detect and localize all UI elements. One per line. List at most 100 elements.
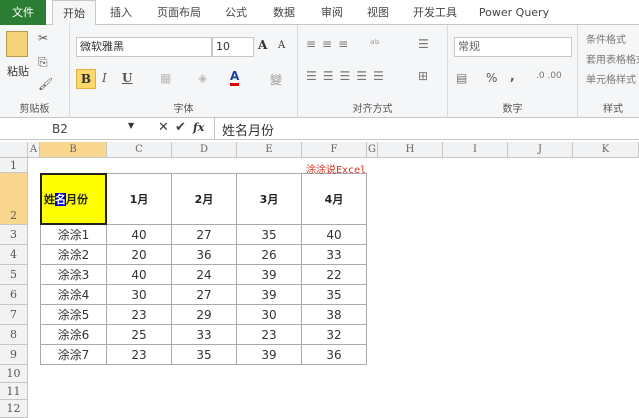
row-header-3[interactable]: 3 (0, 225, 28, 245)
formula-input[interactable]: 姓名月份 (222, 120, 274, 139)
row-header-2[interactable]: 2 (0, 173, 28, 225)
tab-formulas[interactable]: 公式 (214, 0, 258, 25)
cell-styles-button[interactable]: 单元格样式 (586, 71, 636, 86)
percent-button[interactable]: % (486, 71, 497, 85)
name-box-dropdown-icon[interactable]: ▼ (128, 121, 134, 130)
table-cell[interactable]: 涂涂4 (40, 285, 107, 305)
table-cell[interactable]: 30 (237, 305, 302, 325)
column-header-E[interactable]: E (237, 142, 302, 158)
row-header-6[interactable]: 6 (0, 285, 28, 305)
number-format-select[interactable]: 常规 (454, 37, 572, 57)
insert-function-button[interactable]: fx (193, 121, 204, 134)
row-header-8[interactable]: 8 (0, 325, 28, 345)
table-cell[interactable]: 39 (237, 285, 302, 305)
currency-icon[interactable]: ▤ (456, 71, 467, 85)
column-header-H[interactable]: H (378, 142, 443, 158)
copy-icon[interactable]: ⎘ (38, 55, 48, 70)
header-cell[interactable]: 3月 (237, 173, 302, 225)
vertical-align-icons[interactable]: ≡≡≡ (306, 37, 354, 51)
enter-icon[interactable]: ✔ (175, 120, 186, 135)
comma-button[interactable]: , (510, 69, 515, 83)
selected-cell-B2[interactable]: 姓名月份 (40, 173, 107, 225)
table-cell[interactable]: 38 (302, 305, 367, 325)
format-painter-icon[interactable]: 🖌 (38, 77, 53, 91)
column-header-G[interactable]: G (367, 142, 378, 158)
fill-color-icon[interactable]: ◈ (198, 71, 207, 85)
select-all-button[interactable] (0, 142, 28, 158)
row-header-9[interactable]: 9 (0, 345, 28, 365)
grow-font-button[interactable]: A (258, 38, 267, 52)
cut-icon[interactable]: ✂ (38, 31, 48, 45)
table-cell[interactable]: 25 (107, 325, 172, 345)
table-cell[interactable]: 涂涂5 (40, 305, 107, 325)
table-cell[interactable]: 33 (302, 245, 367, 265)
tab-power-query[interactable]: Power Query (474, 0, 554, 25)
decimal-buttons[interactable]: .0 .00 (536, 71, 562, 81)
table-cell[interactable]: 35 (302, 285, 367, 305)
row-header-1[interactable]: 1 (0, 158, 28, 173)
tab-insert[interactable]: 插入 (100, 0, 142, 25)
table-cell[interactable]: 39 (237, 265, 302, 285)
row-header-12[interactable]: 12 (0, 400, 28, 418)
table-cell[interactable]: 29 (172, 305, 237, 325)
column-header-A[interactable]: A (28, 142, 40, 158)
header-cell[interactable]: 2月 (172, 173, 237, 225)
table-cell[interactable]: 40 (302, 225, 367, 245)
shrink-font-button[interactable]: A (278, 40, 285, 51)
tab-page-layout[interactable]: 页面布局 (148, 0, 210, 25)
table-cell[interactable]: 40 (107, 265, 172, 285)
row-header-5[interactable]: 5 (0, 265, 28, 285)
table-cell[interactable]: 涂涂1 (40, 225, 107, 245)
table-cell[interactable]: 39 (237, 345, 302, 365)
column-header-J[interactable]: J (508, 142, 573, 158)
table-cell[interactable]: 33 (172, 325, 237, 345)
font-size-select[interactable]: 10 (212, 37, 254, 57)
table-cell[interactable]: 24 (172, 265, 237, 285)
row-header-10[interactable]: 10 (0, 365, 28, 383)
tab-data[interactable]: 数据 (262, 0, 306, 25)
table-cell[interactable]: 35 (237, 225, 302, 245)
column-header-F[interactable]: F (302, 142, 367, 158)
tab-review[interactable]: 审阅 (310, 0, 354, 25)
border-icon[interactable]: ▦ (160, 71, 171, 85)
font-color-button[interactable]: A (230, 69, 240, 86)
font-name-select[interactable]: 微软雅黑 (76, 37, 212, 57)
table-cell[interactable]: 36 (172, 245, 237, 265)
orientation-icon[interactable]: ᵃᵇ (370, 37, 380, 51)
table-cell[interactable]: 22 (302, 265, 367, 285)
table-cell[interactable]: 涂涂3 (40, 265, 107, 285)
tab-developer[interactable]: 开发工具 (406, 0, 464, 25)
row-header-4[interactable]: 4 (0, 245, 28, 265)
tab-file[interactable]: 文件 (0, 0, 46, 25)
bold-button[interactable]: B (76, 69, 96, 89)
row-header-11[interactable]: 11 (0, 383, 28, 400)
conditional-format-button[interactable]: 条件格式 (586, 31, 626, 46)
paste-button[interactable]: 粘贴 (4, 63, 32, 79)
underline-button[interactable]: U (122, 71, 132, 85)
tab-view[interactable]: 视图 (356, 0, 400, 25)
column-header-C[interactable]: C (107, 142, 172, 158)
table-cell[interactable]: 40 (107, 225, 172, 245)
table-cell[interactable]: 30 (107, 285, 172, 305)
table-cell[interactable]: 36 (302, 345, 367, 365)
table-cell[interactable]: 23 (107, 305, 172, 325)
merge-cells-icon[interactable]: ⊞ (418, 69, 428, 83)
column-header-D[interactable]: D (172, 142, 237, 158)
header-cell[interactable]: 4月 (302, 173, 367, 225)
wrap-text-icon[interactable]: ☰ (418, 37, 429, 51)
table-cell[interactable]: 35 (172, 345, 237, 365)
table-cell[interactable]: 26 (237, 245, 302, 265)
table-cell[interactable]: 涂涂6 (40, 325, 107, 345)
table-cell[interactable]: 32 (302, 325, 367, 345)
table-cell[interactable]: 20 (107, 245, 172, 265)
row-header-7[interactable]: 7 (0, 305, 28, 325)
column-header-K[interactable]: K (573, 142, 639, 158)
format-as-table-button[interactable]: 套用表格格式 (586, 51, 639, 66)
paste-icon[interactable] (6, 31, 28, 57)
horizontal-align-icons[interactable]: ☰☰☰☰☰ (306, 69, 390, 83)
header-cell[interactable]: 1月 (107, 173, 172, 225)
table-cell[interactable]: 23 (107, 345, 172, 365)
column-header-I[interactable]: I (443, 142, 508, 158)
italic-button[interactable]: I (102, 71, 107, 85)
table-cell[interactable]: 涂涂7 (40, 345, 107, 365)
